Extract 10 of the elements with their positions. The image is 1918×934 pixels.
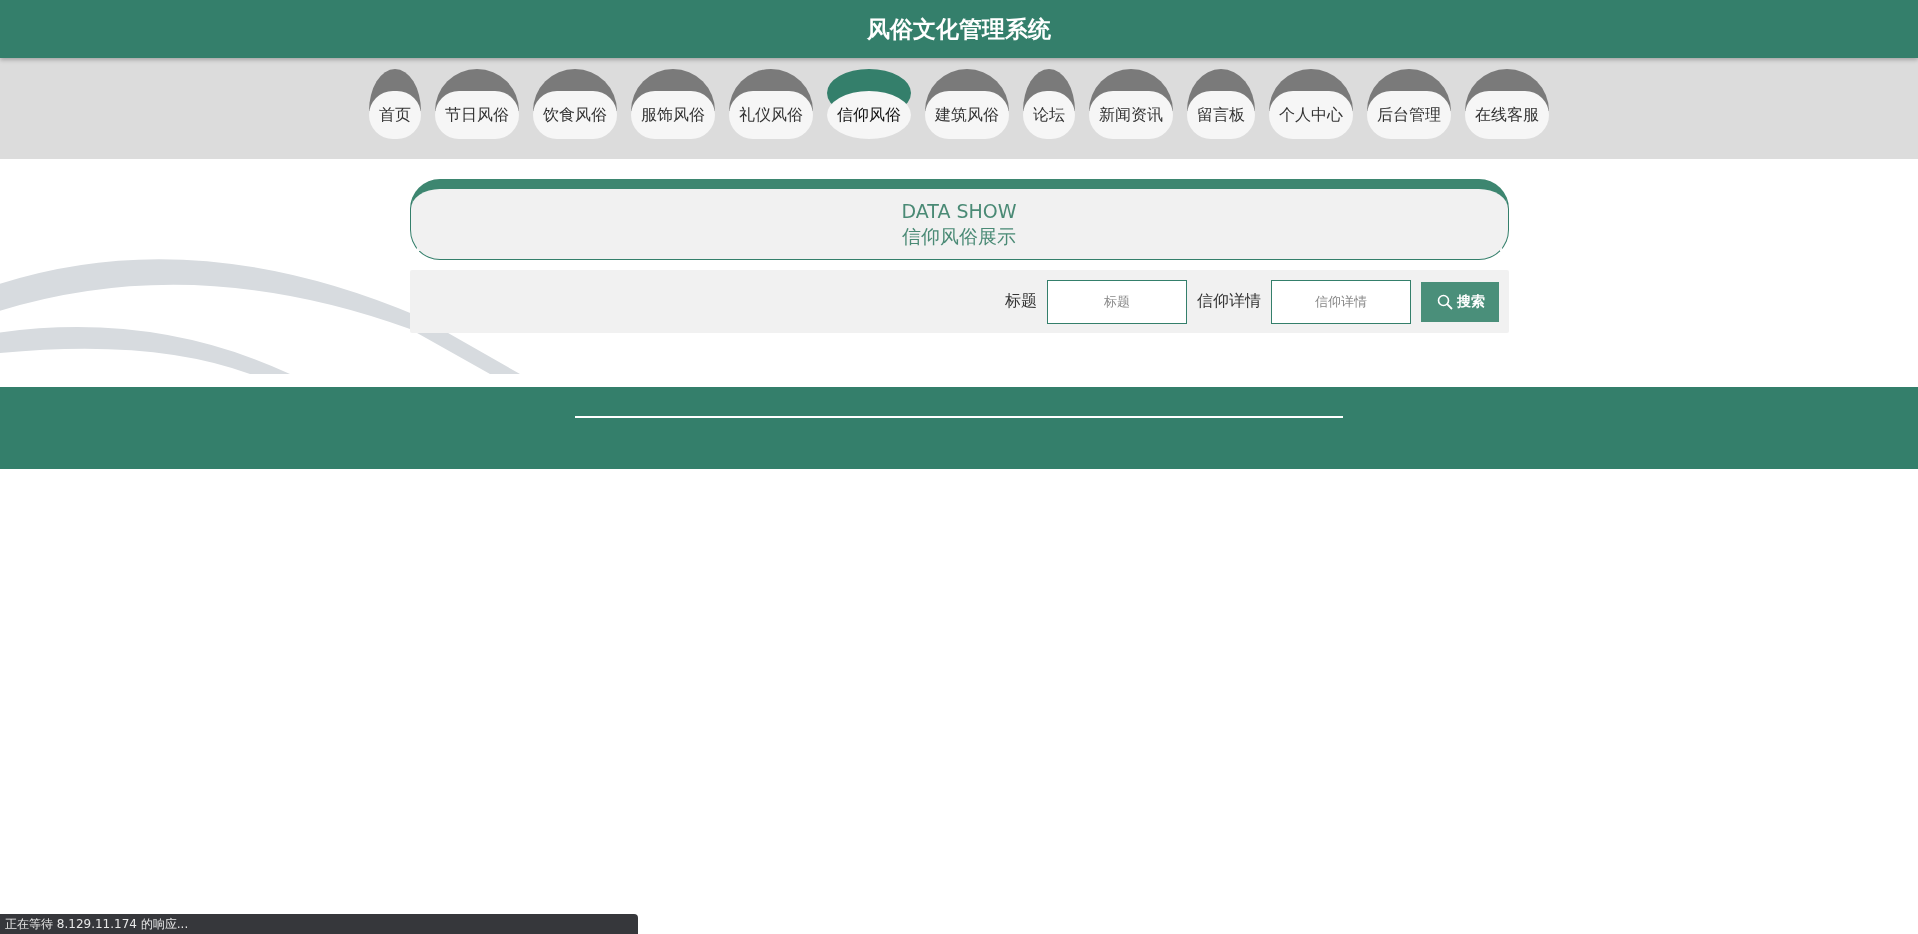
search-icon: [1436, 293, 1453, 310]
field-label: 信仰详情: [1196, 291, 1261, 312]
status-bar: 正在等待 8.129.11.174 的响应...: [0, 914, 638, 934]
banner-title: DATA SHOW: [901, 199, 1017, 223]
site-title: 风俗文化管理系统: [867, 14, 1051, 44]
search-button[interactable]: 搜索: [1420, 281, 1499, 322]
field-label: 标题: [1004, 291, 1037, 312]
search-field[interactable]: 信仰详情: [1270, 279, 1411, 324]
banner-subtitle: 信仰风俗展示: [902, 224, 1016, 249]
search-field[interactable]: 标题: [1046, 279, 1187, 324]
